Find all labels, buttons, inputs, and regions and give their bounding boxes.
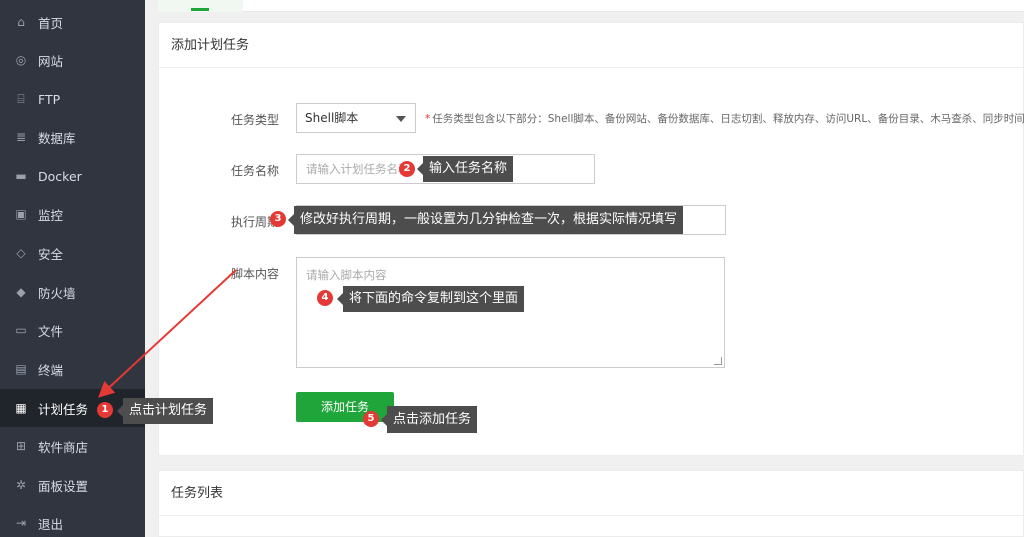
script-textarea[interactable]: 请输入脚本内容 [296, 257, 725, 368]
sidebar-item-database[interactable]: ≣ 数据库 [0, 118, 145, 156]
task-type-label: 任务类型 [230, 113, 279, 127]
globe-icon: ◎ [15, 53, 27, 67]
task-name-label: 任务名称 [230, 164, 279, 178]
step-badge-2: 2 [399, 161, 415, 177]
task-list-panel: 任务列表 [158, 470, 1024, 537]
sidebar-item-settings[interactable]: ✲ 面板设置 [0, 466, 145, 504]
home-icon: ⌂ [17, 15, 25, 29]
step-badge-5: 5 [363, 411, 379, 427]
script-label: 脚本内容 [230, 267, 279, 281]
sidebar-item-label: Docker [38, 168, 82, 184]
task-type-help-text: 任务类型包含以下部分：Shell脚本、备份网站、备份数据库、日志切割、释放内存、… [432, 113, 1024, 125]
sidebar-item-docker[interactable]: ▬ Docker [0, 157, 145, 195]
sidebar-item-website[interactable]: ◎ 网站 [0, 41, 145, 79]
step-badge-1: 1 [97, 402, 113, 418]
calendar-icon: ▦ [15, 401, 27, 415]
sidebar-item-monitor[interactable]: ▣ 监控 [0, 195, 145, 233]
top-tab-strip [158, 0, 1024, 12]
ftp-icon: ⌸ [17, 91, 25, 106]
sidebar-item-label: 文件 [38, 323, 64, 339]
sidebar-item-app-store[interactable]: ⊞ 软件商店 [0, 427, 145, 465]
sidebar-item-files[interactable]: ▭ 文件 [0, 311, 145, 349]
step-tooltip-1: 点击计划任务 [116, 398, 214, 424]
sidebar-item-label: 终端 [38, 362, 64, 378]
sidebar-item-firewall[interactable]: ◆ 防火墙 [0, 273, 145, 311]
step-tooltip-5: 点击添加任务 [380, 406, 478, 433]
sidebar-item-label: 网站 [38, 53, 64, 69]
caret-down-icon [396, 116, 406, 122]
step-tooltip-3: 修改好执行周期，一般设置为几分钟检查一次，根据实际情况填写 [287, 206, 684, 234]
sidebar-item-label: 首页 [38, 15, 64, 31]
firewall-shield-icon: ◆ [16, 285, 26, 299]
period-label: 执行周期 [230, 215, 279, 229]
folder-icon: ▭ [15, 323, 27, 337]
step-badge-3: 3 [270, 211, 286, 227]
sidebar-item-label: 计划任务 [38, 401, 89, 417]
sidebar-item-label: 安全 [38, 246, 64, 262]
monitor-icon: ▣ [15, 207, 27, 221]
sidebar-item-label: 数据库 [38, 130, 76, 146]
sidebar-item-label: 监控 [38, 207, 64, 223]
sidebar-item-home[interactable]: ⌂ 首页 [0, 3, 145, 41]
terminal-icon: ▤ [15, 362, 27, 376]
sidebar-item-ftp[interactable]: ⌸ FTP [0, 80, 145, 118]
task-name-placeholder: 请输入计划任务名称 [306, 162, 410, 176]
sidebar-item-label: FTP [38, 91, 61, 107]
task-type-help: * 任务类型包含以下部分：Shell脚本、备份网站、备份数据库、日志切割、释放内存… [425, 111, 1024, 126]
required-mark: * [425, 113, 431, 125]
add-cron-panel: 添加计划任务 任务类型 Shell脚本 * 任务类型包含以下部分：Shell脚本、… [158, 22, 1024, 456]
panel-title: 添加计划任务 [159, 23, 1023, 68]
step-badge-4: 4 [317, 290, 333, 306]
sidebar-item-label: 退出 [38, 516, 64, 532]
main-content: 添加计划任务 任务类型 Shell脚本 * 任务类型包含以下部分：Shell脚本、… [145, 0, 1024, 537]
step-tooltip-2: 输入任务名称 [416, 156, 514, 182]
docker-icon: ▬ [15, 169, 27, 183]
panel-title: 任务列表 [159, 471, 1023, 516]
logout-icon: ⇥ [15, 516, 27, 530]
add-task-button[interactable]: 添加任务 [296, 392, 394, 422]
gear-icon: ✲ [15, 478, 27, 492]
sidebar-item-label: 防火墙 [38, 285, 76, 301]
database-icon: ≣ [15, 130, 27, 144]
script-placeholder: 请输入脚本内容 [306, 268, 387, 282]
sidebar-item-terminal[interactable]: ▤ 终端 [0, 350, 145, 388]
sidebar: ⌂ 首页 ◎ 网站 ⌸ FTP ≣ 数据库 ▬ Docker ▣ 监控 ◇ 安全… [0, 0, 145, 537]
shield-check-icon: ◇ [16, 246, 26, 260]
task-type-value: Shell脚本 [305, 111, 359, 125]
active-tab-indicator [191, 8, 209, 11]
resize-handle-icon[interactable] [714, 357, 722, 365]
apps-grid-icon: ⊞ [15, 439, 27, 453]
sidebar-item-label: 面板设置 [38, 478, 89, 494]
sidebar-item-label: 软件商店 [38, 439, 89, 455]
step-tooltip-4: 将下面的命令复制到这个里面 [336, 286, 525, 312]
sidebar-item-security[interactable]: ◇ 安全 [0, 234, 145, 272]
task-type-select[interactable]: Shell脚本 [296, 103, 416, 133]
sidebar-item-logout[interactable]: ⇥ 退出 [0, 504, 145, 537]
